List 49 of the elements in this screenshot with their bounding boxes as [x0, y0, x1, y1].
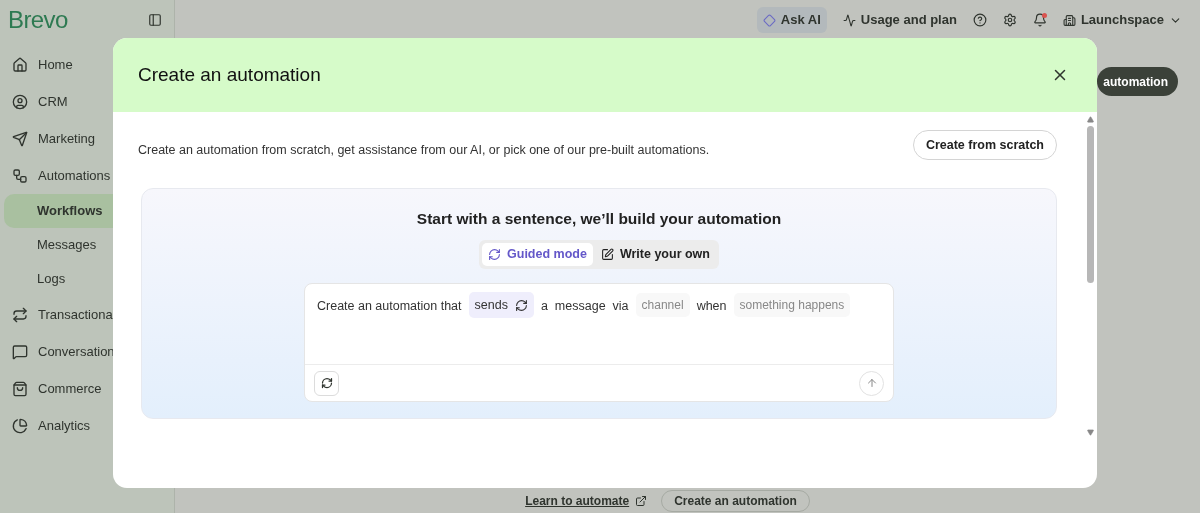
- sentence-text: via: [612, 298, 629, 316]
- pie-chart-icon: [12, 417, 28, 434]
- settings-icon[interactable]: [1002, 13, 1017, 27]
- external-link-icon: [635, 495, 648, 507]
- sidebar-item[interactable]: Transactiona: [4, 296, 170, 333]
- modal-description: Create an automation from scratch, get assistance from our AI, or pick one of our pre-built automations.: [138, 141, 710, 159]
- scroll-thumb[interactable]: [1086, 126, 1094, 283]
- mode-tab[interactable]: Write your own: [594, 243, 716, 267]
- sentence-text: message: [554, 298, 606, 316]
- account-button[interactable]: Launchspace: [1062, 10, 1182, 30]
- bag-icon: [12, 380, 28, 397]
- learn-link[interactable]: Learn to automate: [525, 492, 630, 510]
- refresh-icon: [488, 248, 502, 262]
- sidebar-item[interactable]: Automations: [4, 157, 170, 194]
- diamond-icon: [762, 13, 776, 27]
- repeat-icon: [12, 306, 28, 323]
- sentence-text: Create an automation that: [317, 298, 462, 316]
- ask-ai-button[interactable]: Ask AI: [756, 7, 827, 33]
- sidebar-item[interactable]: Conversation: [4, 333, 170, 370]
- building-icon: [1062, 13, 1076, 27]
- scroll-down-icon[interactable]: [1086, 429, 1094, 436]
- card-heading: Start with a sentence, we’ll build your automation: [416, 209, 782, 229]
- edit-icon: [600, 248, 614, 262]
- placeholder-chip[interactable]: something happens: [733, 293, 851, 318]
- brand-logo: Brevo: [8, 5, 68, 35]
- sentence-text: a: [540, 298, 548, 316]
- home-icon: [12, 56, 28, 73]
- paper-plane-icon: [12, 130, 28, 147]
- placeholder-chip[interactable]: channel: [635, 293, 690, 318]
- sidebar-toggle-icon[interactable]: [148, 13, 162, 27]
- help-icon[interactable]: [972, 13, 987, 27]
- scroll-up-icon[interactable]: [1086, 116, 1094, 123]
- refresh-icon: [320, 377, 333, 390]
- user-circle-icon: [12, 93, 28, 110]
- usage-button[interactable]: Usage and plan: [842, 10, 957, 30]
- sidebar-item[interactable]: Commerce: [4, 370, 170, 407]
- verb-chip[interactable]: sends: [468, 292, 534, 319]
- activity-icon: [842, 13, 856, 27]
- mode-tab[interactable]: Guided mode: [482, 243, 593, 267]
- workflow-icon: [12, 167, 28, 184]
- sentence-text: when: [696, 298, 727, 316]
- prompt-input[interactable]: Create an automation that sends a message via channel when something happens: [304, 283, 894, 403]
- chat-icon: [12, 343, 28, 360]
- arrow-up-icon: [865, 377, 878, 390]
- create-automation-button[interactable]: automation: [1097, 67, 1178, 96]
- bell-icon[interactable]: [1032, 13, 1047, 27]
- refresh-icon: [514, 298, 528, 312]
- shuffle-button[interactable]: [314, 370, 339, 396]
- sidebar-item[interactable]: Analytics: [4, 407, 170, 444]
